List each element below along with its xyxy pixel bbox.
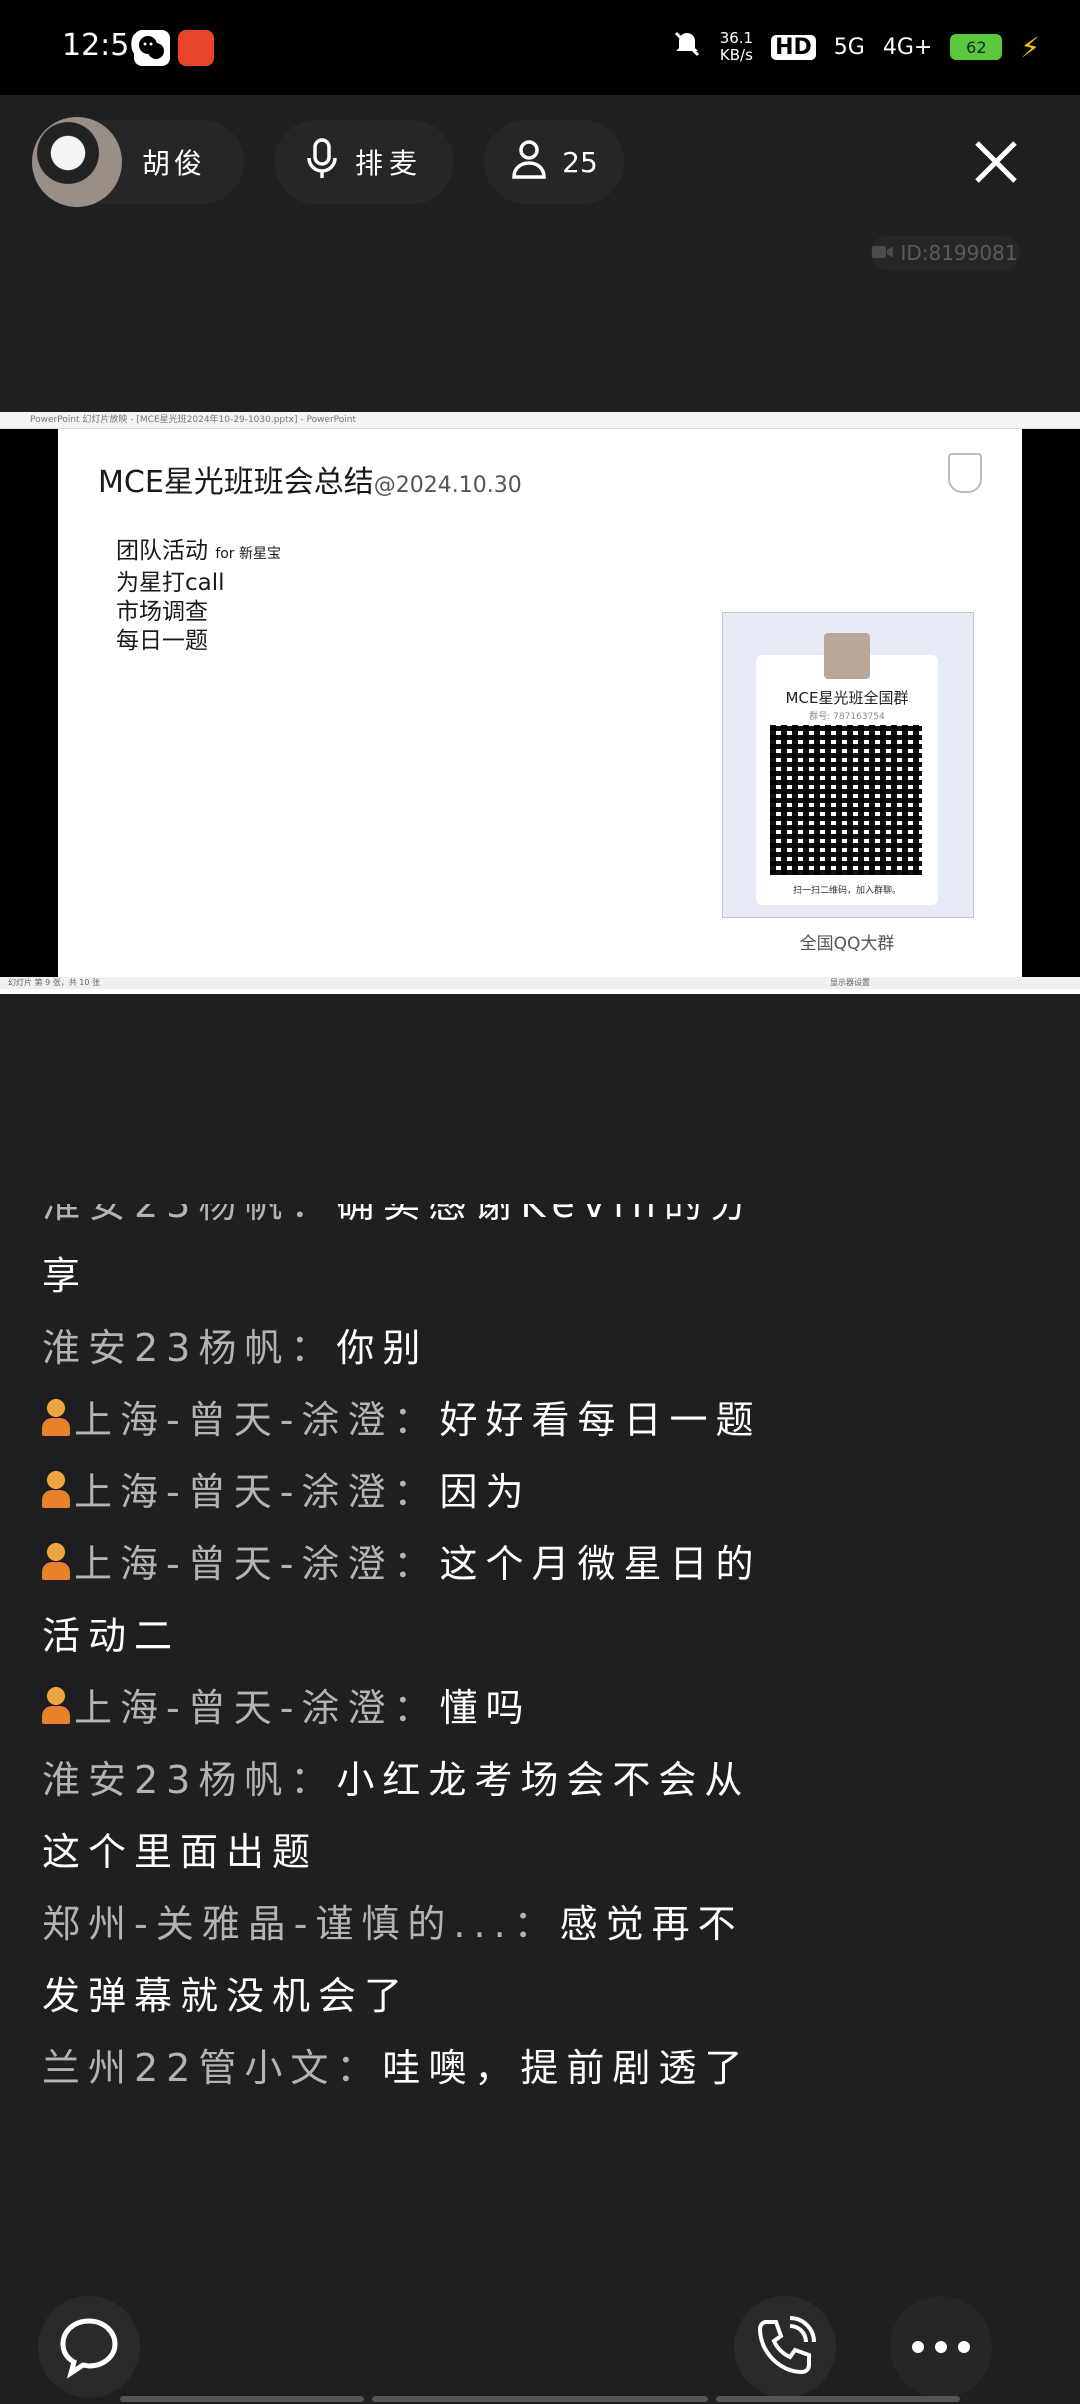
audience-count-button[interactable]: 25	[484, 120, 624, 204]
chat-message: 兰州22管小文：哇噢，提前剧透了	[42, 2032, 762, 2104]
ppt-status-right: 显示器设置	[830, 978, 870, 987]
ppt-status-bar: 幻灯片 第 9 张，共 10 张 显示器设置	[0, 977, 1080, 989]
battery-icon: 62	[950, 34, 1003, 60]
chat-list[interactable]: 淮安23杨帆：确实感谢Kevin的分享 淮安23杨帆：你别 上海-曾天-涂澄：好好看…	[42, 1204, 762, 2274]
qr-group-name: MCE星光班全国群	[785, 689, 909, 707]
slide-item: 每日一题	[116, 628, 208, 654]
chat-text: 懂吗	[439, 1686, 532, 1730]
room-id: ID:8199081	[900, 241, 1018, 265]
chat-sender: 郑州-关雅晶-谨慎的...：	[42, 1902, 560, 1946]
chat-message: 上海-曾天-涂澄：懂吗	[42, 1672, 762, 1744]
home-indicator	[120, 2396, 364, 2402]
sim2-signal: 4G+	[882, 34, 933, 60]
more-button[interactable]	[890, 2296, 992, 2398]
chat-sender: 淮安23杨帆：	[42, 1326, 337, 1370]
chat-text: 好好看每日一题	[439, 1398, 762, 1442]
chat-sender: 上海-曾天-涂澄：	[74, 1686, 440, 1730]
user-badge-icon	[42, 1399, 70, 1437]
logo-icon	[948, 453, 982, 493]
slide-item: 为星打call	[116, 570, 225, 596]
avatar[interactable]	[32, 117, 122, 207]
mute-icon	[672, 29, 702, 65]
chat-bubble-icon	[60, 2318, 118, 2379]
slide-date: @2024.10.30	[373, 473, 522, 498]
queue-label: 排麦	[354, 147, 423, 180]
home-indicator	[716, 2396, 960, 2402]
net-unit: KB/s	[719, 46, 753, 64]
user-badge-icon	[42, 1471, 70, 1509]
person-icon	[510, 139, 548, 186]
chat-sender: 上海-曾天-涂澄：	[74, 1470, 440, 1514]
status-bar: 12:50 36.1 KB/s HD 5G 4G+ 62 ⚡	[0, 0, 1080, 95]
chat-text: 哇噢，提前剧透了	[382, 2046, 751, 2090]
chat-sender: 上海-曾天-涂澄：	[74, 1542, 440, 1586]
chat-sender: 兰州22管小文：	[42, 2046, 383, 2090]
group-avatar	[824, 633, 870, 679]
chat-message: 淮安23杨帆：确实感谢Kevin的分享	[42, 1204, 762, 1312]
queue-button[interactable]: 排麦	[274, 120, 454, 204]
comment-button[interactable]	[38, 2296, 140, 2398]
user-badge-icon	[42, 1543, 70, 1581]
wechat-icon	[134, 30, 170, 66]
audience-count: 25	[562, 145, 598, 179]
close-icon	[975, 141, 1017, 183]
ppt-window-title: PowerPoint 幻灯片放映 - [MCE星光班2024年10-29-103…	[0, 412, 1080, 429]
chat-message: 上海-曾天-涂澄：好好看每日一题	[42, 1384, 762, 1456]
qr-hint: 扫一扫二维码，加入群聊。	[792, 886, 901, 896]
chat-text: 因为	[439, 1470, 532, 1514]
status-icons: 36.1 KB/s HD 5G 4G+ 62 ⚡	[672, 22, 1040, 72]
ppt-status-text: 幻灯片 第 9 张，共 10 张	[8, 978, 100, 987]
slide-item-suffix: for 新星宝	[215, 546, 282, 562]
home-indicator	[372, 2396, 708, 2402]
slide-title-text: MCE星光班班会总结	[98, 465, 374, 500]
close-button[interactable]	[964, 130, 1028, 194]
chat-sender: 淮安23杨帆：	[42, 1758, 337, 1802]
more-dots-icon	[912, 2341, 970, 2353]
net-speed: 36.1	[719, 29, 754, 47]
charging-icon: ⚡	[1020, 30, 1040, 64]
slide-title: MCE星光班班会总结@2024.10.30	[98, 457, 522, 501]
slide-item: 市场调查	[116, 599, 208, 625]
user-badge-icon	[42, 1687, 70, 1725]
slide-list: 团队活动 for 新星宝 为星打call 市场调查 每日一题	[116, 537, 281, 656]
chat-sender: 淮安23杨帆：	[42, 1204, 337, 1226]
chat-sender: 上海-曾天-涂澄：	[74, 1398, 440, 1442]
ppt-slide-area: MCE星光班班会总结@2024.10.30 团队活动 for 新星宝 为星打ca…	[0, 429, 1080, 989]
call-button[interactable]	[734, 2296, 836, 2398]
chat-message: 淮安23杨帆：你别	[42, 1312, 762, 1384]
sim1-signal: 5G	[833, 34, 865, 60]
chat-message: 上海-曾天-涂澄：因为	[42, 1456, 762, 1528]
host-name: 胡俊	[142, 147, 207, 180]
chat-text: 你别	[336, 1326, 429, 1370]
app-notification-icon	[178, 30, 214, 66]
qr-panel: MCE星光班全国群 群号: 787163754 扫一扫二维码，加入群聊。	[756, 633, 938, 905]
slide-item: 团队活动	[116, 538, 208, 564]
phone-icon	[757, 2316, 816, 2375]
qr-caption: 全国QQ大群	[799, 934, 895, 954]
qr-code	[770, 725, 922, 875]
host-badge[interactable]: 胡俊	[32, 117, 244, 207]
microphone-icon	[305, 137, 339, 187]
hd-badge: HD	[771, 34, 816, 60]
video-icon	[872, 241, 894, 265]
chat-message: 郑州-关雅晶-谨慎的...：感觉再不发弹幕就没机会了	[42, 1888, 762, 2032]
qr-group-number: 群号: 787163754	[809, 712, 885, 722]
room-id-badge: ID:8199081	[870, 236, 1020, 270]
chat-message: 上海-曾天-涂澄：这个月微星日的活动二	[42, 1528, 762, 1672]
qr-card: MCE星光班全国群 群号: 787163754 扫一扫二维码，加入群聊。	[722, 612, 974, 918]
slide: MCE星光班班会总结@2024.10.30 团队活动 for 新星宝 为星打ca…	[58, 429, 1022, 979]
chat-message: 淮安23杨帆：小红龙考场会不会从这个里面出题	[42, 1744, 762, 1888]
shared-screen: PowerPoint 幻灯片放映 - [MCE星光班2024年10-29-103…	[0, 412, 1080, 994]
